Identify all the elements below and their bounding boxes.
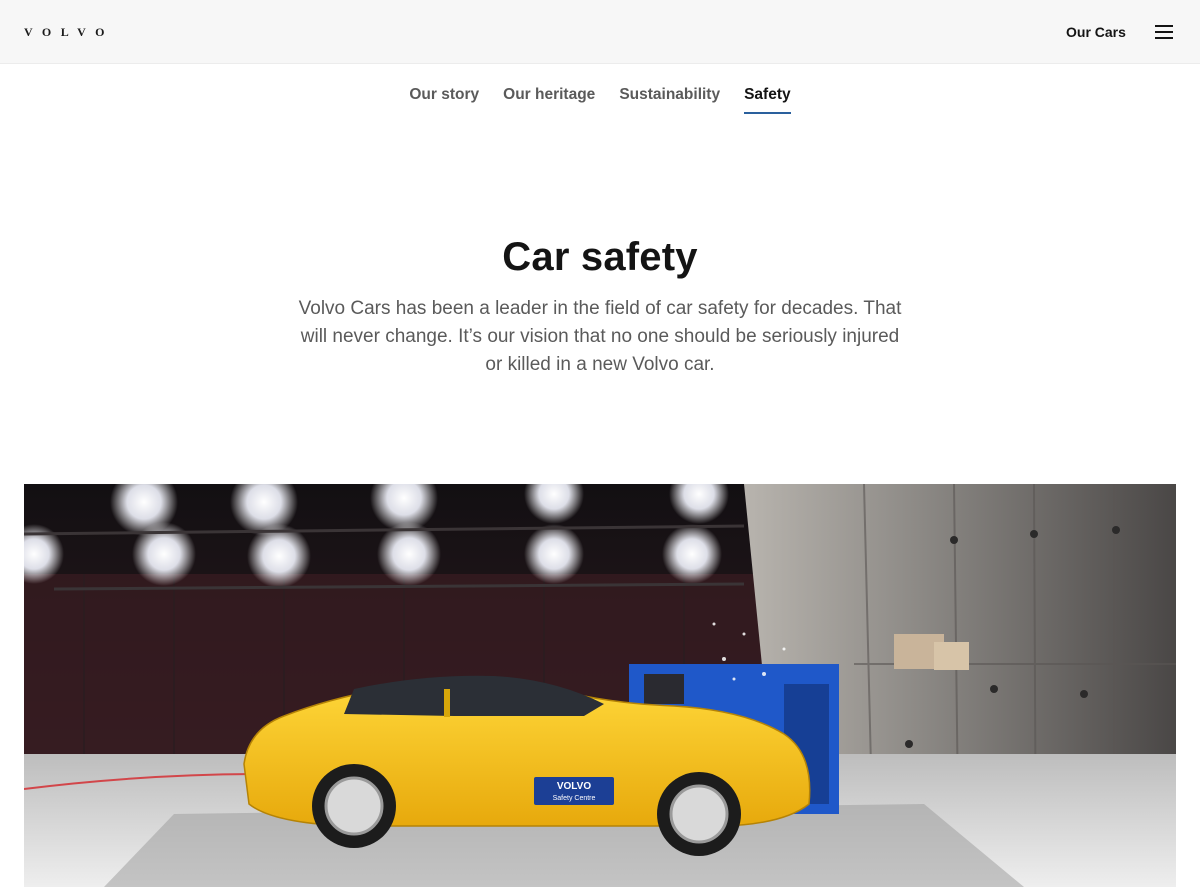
section-subnav: Our story Our heritage Sustainability Sa…	[0, 84, 1200, 114]
subnav-safety[interactable]: Safety	[744, 84, 791, 114]
badge-safety-centre-text: Safety Centre	[553, 795, 596, 802]
intro-paragraph: Volvo Cars has been a leader in the fiel…	[298, 298, 902, 375]
subnav-sustainability[interactable]: Sustainability	[619, 84, 720, 114]
badge-volvo-text: VOLVO	[557, 781, 591, 792]
subnav-our-heritage[interactable]: Our heritage	[503, 84, 595, 114]
top-navigation-bar: VOLVO Our Cars	[0, 0, 1200, 64]
hamburger-menu-icon[interactable]	[1152, 22, 1176, 42]
page-title: Car safety	[502, 235, 698, 279]
hero-image-crash-test: VOLVO Safety Centre	[24, 484, 1176, 887]
subnav-our-story[interactable]: Our story	[409, 84, 479, 114]
our-cars-link[interactable]: Our Cars	[1066, 23, 1126, 41]
volvo-logo[interactable]: VOLVO	[24, 25, 114, 39]
crash-test-illustration: VOLVO Safety Centre	[24, 484, 1176, 887]
